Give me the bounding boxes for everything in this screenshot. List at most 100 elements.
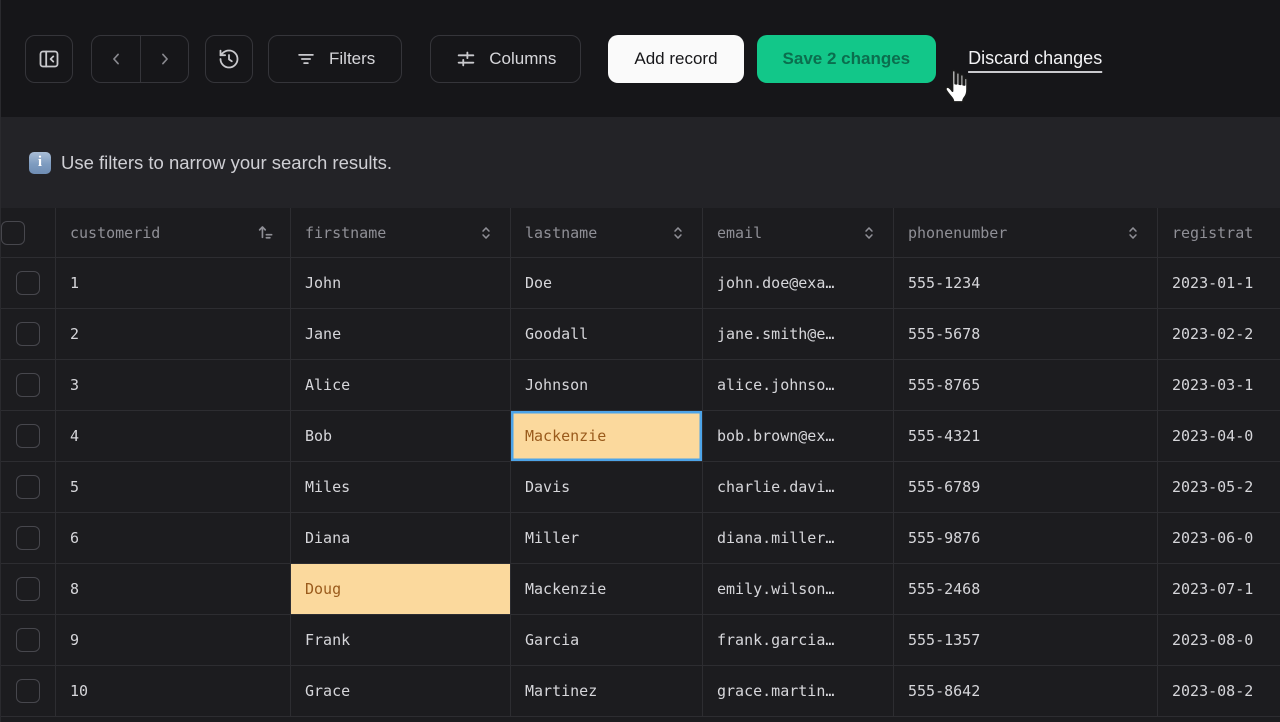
- info-banner: i Use filters to narrow your search resu…: [1, 117, 1280, 208]
- cell-firstname[interactable]: Grace: [291, 666, 511, 716]
- cell-registrationdate[interactable]: 2023-07-1: [1158, 564, 1280, 614]
- cell-lastname[interactable]: Goodall: [511, 309, 703, 359]
- row-select-cell: [1, 360, 56, 410]
- cell-phonenumber[interactable]: 555-8765: [894, 360, 1158, 410]
- discard-changes-link[interactable]: Discard changes: [968, 48, 1102, 69]
- cell-firstname[interactable]: John: [291, 258, 511, 308]
- cell-email[interactable]: diana.miller…: [703, 513, 894, 563]
- column-header-lastname[interactable]: lastname: [511, 208, 703, 257]
- column-header-customerid[interactable]: customerid: [56, 208, 291, 257]
- row-select-cell: [1, 258, 56, 308]
- column-header-label: firstname: [305, 224, 386, 242]
- row-checkbox[interactable]: [16, 679, 40, 703]
- cell-email[interactable]: john.doe@exa…: [703, 258, 894, 308]
- cell-customerid[interactable]: 10: [56, 666, 291, 716]
- cell-phonenumber[interactable]: 555-1234: [894, 258, 1158, 308]
- cell-lastname[interactable]: Mackenzie: [511, 564, 703, 614]
- column-header-registrationdate[interactable]: registrat: [1158, 208, 1280, 257]
- cell-customerid[interactable]: 3: [56, 360, 291, 410]
- cell-firstname[interactable]: Miles: [291, 462, 511, 512]
- cell-customerid[interactable]: 5: [56, 462, 291, 512]
- row-checkbox[interactable]: [16, 271, 40, 295]
- row-checkbox[interactable]: [16, 628, 40, 652]
- row-checkbox[interactable]: [16, 577, 40, 601]
- sort-chevrons-icon[interactable]: [668, 223, 688, 243]
- sort-chevrons-icon[interactable]: [859, 223, 879, 243]
- chevron-left-icon: [106, 49, 126, 69]
- row-checkbox[interactable]: [16, 322, 40, 346]
- chevron-right-icon: [155, 49, 175, 69]
- collapse-sidebar-button[interactable]: [25, 35, 73, 83]
- cell-customerid[interactable]: 6: [56, 513, 291, 563]
- sort-chevrons-icon[interactable]: [1123, 223, 1143, 243]
- column-header-firstname[interactable]: firstname: [291, 208, 511, 257]
- cell-registrationdate[interactable]: 2023-03-1: [1158, 360, 1280, 410]
- column-header-phonenumber[interactable]: phonenumber: [894, 208, 1158, 257]
- table-row: 10 Grace Martinez grace.martin… 555-8642…: [1, 666, 1280, 717]
- cell-phonenumber[interactable]: 555-8642: [894, 666, 1158, 716]
- cell-phonenumber[interactable]: 555-9876: [894, 513, 1158, 563]
- columns-button[interactable]: Columns: [430, 35, 581, 83]
- cell-phonenumber[interactable]: 555-6789: [894, 462, 1158, 512]
- forward-button[interactable]: [140, 36, 188, 82]
- column-header-email[interactable]: email: [703, 208, 894, 257]
- table-row: 5 Miles Davis charlie.davi… 555-6789 202…: [1, 462, 1280, 513]
- cell-firstname[interactable]: Diana: [291, 513, 511, 563]
- row-checkbox[interactable]: [16, 373, 40, 397]
- select-all-checkbox[interactable]: [1, 221, 25, 245]
- back-button[interactable]: [92, 36, 140, 82]
- sort-ascending-icon[interactable]: [255, 222, 276, 243]
- cell-customerid[interactable]: 8: [56, 564, 291, 614]
- row-checkbox[interactable]: [16, 424, 40, 448]
- cell-firstname-edited[interactable]: Doug: [291, 564, 511, 614]
- cell-registrationdate[interactable]: 2023-08-0: [1158, 615, 1280, 665]
- cell-email[interactable]: grace.martin…: [703, 666, 894, 716]
- sliders-icon: [455, 48, 477, 70]
- cell-lastname-edited-selected[interactable]: Mackenzie: [511, 411, 703, 461]
- filters-button[interactable]: Filters: [268, 35, 402, 83]
- cell-phonenumber[interactable]: 555-5678: [894, 309, 1158, 359]
- cell-email[interactable]: emily.wilson…: [703, 564, 894, 614]
- cell-phonenumber[interactable]: 555-2468: [894, 564, 1158, 614]
- table-row: 8 Doug Mackenzie emily.wilson… 555-2468 …: [1, 564, 1280, 615]
- query-history-button[interactable]: [205, 35, 253, 83]
- cell-phonenumber[interactable]: 555-4321: [894, 411, 1158, 461]
- cell-lastname[interactable]: Johnson: [511, 360, 703, 410]
- cell-registrationdate[interactable]: 2023-08-2: [1158, 666, 1280, 716]
- cell-email[interactable]: charlie.davi…: [703, 462, 894, 512]
- table-row: 6 Diana Miller diana.miller… 555-9876 20…: [1, 513, 1280, 564]
- cell-registrationdate[interactable]: 2023-06-0: [1158, 513, 1280, 563]
- cell-lastname[interactable]: Garcia: [511, 615, 703, 665]
- row-select-cell: [1, 462, 56, 512]
- cell-firstname[interactable]: Alice: [291, 360, 511, 410]
- cell-registrationdate[interactable]: 2023-04-0: [1158, 411, 1280, 461]
- row-checkbox[interactable]: [16, 526, 40, 550]
- cell-customerid[interactable]: 2: [56, 309, 291, 359]
- cell-firstname[interactable]: Bob: [291, 411, 511, 461]
- next-row-partial: [1, 717, 1280, 722]
- cell-lastname[interactable]: Martinez: [511, 666, 703, 716]
- save-changes-button[interactable]: Save 2 changes: [757, 35, 937, 83]
- cell-customerid[interactable]: 9: [56, 615, 291, 665]
- cell-customerid[interactable]: 4: [56, 411, 291, 461]
- cell-customerid[interactable]: 1: [56, 258, 291, 308]
- cell-phonenumber[interactable]: 555-1357: [894, 615, 1158, 665]
- cell-firstname[interactable]: Frank: [291, 615, 511, 665]
- cell-email[interactable]: jane.smith@e…: [703, 309, 894, 359]
- cell-registrationdate[interactable]: 2023-05-2: [1158, 462, 1280, 512]
- cell-lastname[interactable]: Miller: [511, 513, 703, 563]
- cell-lastname[interactable]: Davis: [511, 462, 703, 512]
- row-select-cell: [1, 411, 56, 461]
- cell-registrationdate[interactable]: 2023-01-1: [1158, 258, 1280, 308]
- add-record-button[interactable]: Add record: [608, 35, 743, 83]
- row-checkbox[interactable]: [16, 475, 40, 499]
- cell-firstname[interactable]: Jane: [291, 309, 511, 359]
- cell-email[interactable]: alice.johnso…: [703, 360, 894, 410]
- cell-email[interactable]: bob.brown@ex…: [703, 411, 894, 461]
- column-header-label: email: [717, 224, 762, 242]
- cell-registrationdate[interactable]: 2023-02-2: [1158, 309, 1280, 359]
- sort-chevrons-icon[interactable]: [476, 223, 496, 243]
- cell-email[interactable]: frank.garcia…: [703, 615, 894, 665]
- toolbar: Filters Columns Add record Save 2 change…: [1, 0, 1280, 117]
- cell-lastname[interactable]: Doe: [511, 258, 703, 308]
